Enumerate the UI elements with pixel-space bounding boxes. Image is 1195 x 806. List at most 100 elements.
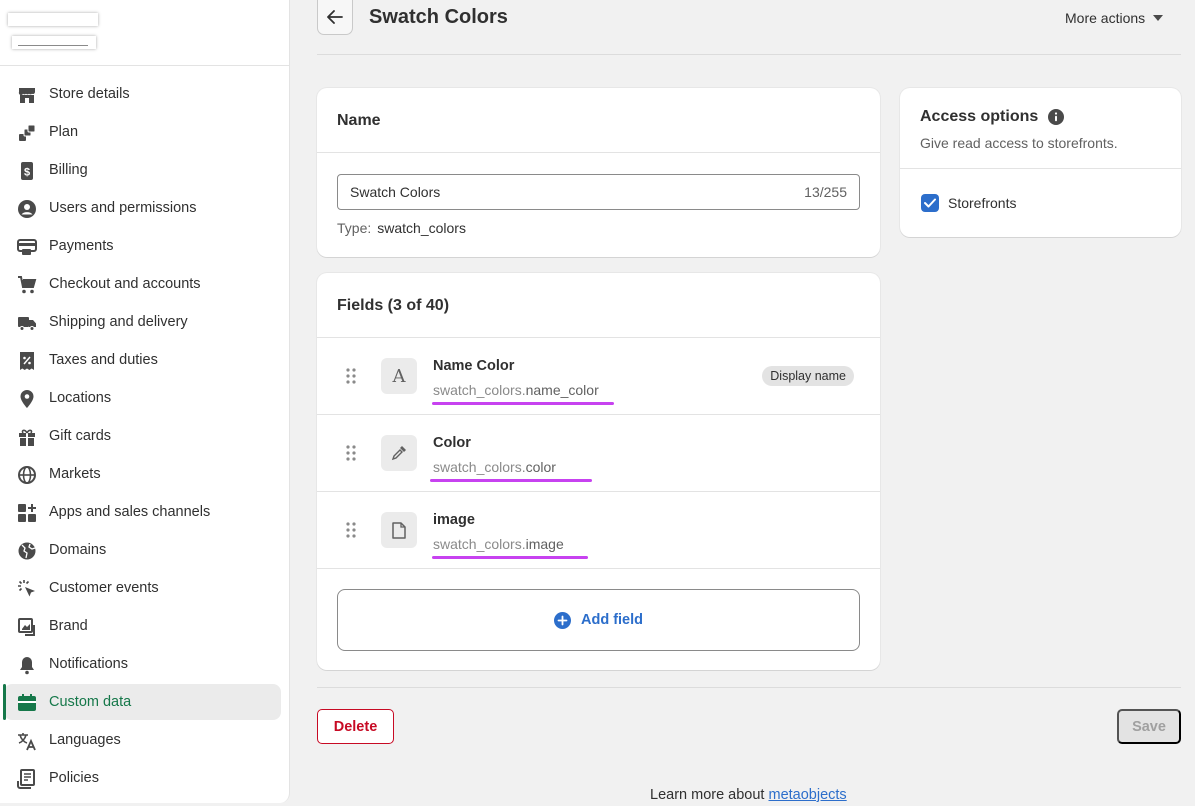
settings-sidebar: Store details Plan $ Billing Users and p… [0, 0, 290, 803]
user-icon [18, 200, 36, 218]
field-key: swatch_colors.image [433, 536, 564, 552]
field-key: swatch_colors.name_color [433, 382, 599, 398]
sidebar-item-label: Users and permissions [49, 200, 197, 216]
sidebar-item-shipping[interactable]: Shipping and delivery [0, 303, 290, 341]
field-namespace: swatch_colors. [433, 459, 526, 475]
sidebar-item-payments[interactable]: Payments [0, 227, 290, 265]
sidebar-item-notifications[interactable]: Notifications [0, 645, 290, 683]
settings-nav: Store details Plan $ Billing Users and p… [0, 75, 290, 797]
domains-icon [18, 542, 36, 560]
field-row[interactable]: Color swatch_colors.color [317, 415, 880, 492]
sidebar-item-customer-events[interactable]: Customer events [0, 569, 290, 607]
sidebar-item-plan[interactable]: Plan [0, 113, 290, 151]
sidebar-item-custom-data[interactable]: Custom data [0, 683, 290, 721]
sidebar-item-label: Domains [49, 542, 107, 558]
policies-icon [17, 769, 35, 789]
store-header [0, 0, 289, 66]
more-actions-label: More actions [1065, 10, 1146, 26]
sidebar-item-label: Checkout and accounts [49, 276, 201, 292]
sidebar-item-label: Taxes and duties [49, 352, 158, 368]
sidebar-item-gift-cards[interactable]: Gift cards [0, 417, 290, 455]
field-name: Name Color [433, 358, 515, 374]
sidebar-item-store-details[interactable]: Store details [0, 75, 290, 113]
checkmark-icon [924, 198, 936, 208]
billing-icon: $ [21, 162, 33, 180]
storefronts-checkbox[interactable] [921, 194, 939, 212]
field-namespace: swatch_colors. [433, 536, 526, 552]
sidebar-item-users[interactable]: Users and permissions [0, 189, 290, 227]
sidebar-item-languages[interactable]: Languages [0, 721, 290, 759]
back-button[interactable] [317, 0, 353, 35]
languages-icon [18, 733, 36, 751]
sidebar-item-label: Shipping and delivery [49, 314, 188, 330]
field-namespace: swatch_colors. [433, 382, 526, 398]
info-icon[interactable] [1048, 109, 1065, 125]
payments-icon [17, 239, 37, 255]
sidebar-item-label: Languages [49, 732, 121, 748]
sidebar-item-locations[interactable]: Locations [0, 379, 290, 417]
fields-card-title: Fields (3 of 40) [337, 297, 450, 314]
drag-handle-icon[interactable] [346, 368, 356, 384]
svg-text:$: $ [24, 167, 30, 179]
save-button[interactable]: Save [1117, 709, 1181, 744]
text-type-icon: A [381, 358, 417, 394]
fields-card: Fields (3 of 40) A Name Color swatch_col… [317, 273, 880, 670]
more-actions-button[interactable]: More actions [1065, 10, 1164, 26]
field-key: swatch_colors.color [433, 459, 556, 475]
type-value: swatch_colors [377, 220, 466, 236]
arrow-left-icon [327, 10, 343, 24]
name-card-title: Name [337, 112, 381, 129]
tax-icon [20, 352, 34, 370]
name-input[interactable]: Swatch Colors 13/255 [337, 174, 860, 210]
annotation-underline [432, 402, 614, 405]
divider [317, 152, 880, 153]
sidebar-item-checkout[interactable]: Checkout and accounts [0, 265, 290, 303]
store-icon [18, 88, 35, 103]
char-counter: 13/255 [804, 184, 847, 200]
eyedropper-icon [381, 435, 417, 471]
storefronts-label[interactable]: Storefronts [948, 195, 1016, 211]
sidebar-item-label: Store details [49, 86, 130, 102]
header-divider [317, 54, 1181, 55]
sidebar-item-label: Plan [49, 124, 79, 140]
name-card: Name Swatch Colors 13/255 Type: swatch_co… [317, 88, 880, 257]
custom-data-icon [18, 694, 36, 711]
page-title: Swatch Colors [369, 6, 508, 28]
footer-divider [317, 687, 1181, 688]
learn-more-text: Learn more about metaobjects [650, 787, 847, 803]
sidebar-item-taxes[interactable]: Taxes and duties [0, 341, 290, 379]
sidebar-item-apps[interactable]: Apps and sales channels [0, 493, 290, 531]
field-row[interactable]: image swatch_colors.image [317, 492, 880, 569]
metaobjects-link[interactable]: metaobjects [769, 787, 847, 803]
field-key-name: color [525, 459, 556, 475]
sidebar-item-label: Brand [49, 618, 88, 634]
drag-handle-icon[interactable] [346, 522, 356, 538]
sidebar-item-label: Custom data [49, 694, 132, 710]
field-key-name: image [525, 536, 564, 552]
type-label: Type: [337, 220, 372, 236]
access-options-title-row: Access options [920, 108, 1065, 126]
add-field-button[interactable]: Add field [337, 589, 860, 651]
sidebar-item-markets[interactable]: Markets [0, 455, 290, 493]
sidebar-item-label: Locations [49, 390, 112, 406]
annotation-underline [430, 479, 592, 482]
sidebar-item-brand[interactable]: Brand [0, 607, 290, 645]
sidebar-item-policies[interactable]: Policies [0, 759, 290, 797]
field-row[interactable]: A Name Color swatch_colors.name_color Di… [317, 338, 880, 415]
sidebar-item-label: Policies [49, 770, 99, 786]
sidebar-item-domains[interactable]: Domains [0, 531, 290, 569]
field-key-name: name_color [525, 382, 599, 398]
plan-icon [19, 124, 36, 141]
redacted-store-url [12, 36, 96, 49]
add-field-label: Add field [580, 612, 644, 628]
location-icon [20, 390, 34, 408]
access-options-card: Access options Give read access to store… [900, 88, 1181, 237]
sidebar-item-label: Customer events [49, 580, 159, 596]
globe-icon [18, 466, 36, 484]
drag-handle-icon[interactable] [346, 445, 356, 461]
sidebar-item-billing[interactable]: $ Billing [0, 151, 290, 189]
apps-icon [18, 504, 36, 522]
caret-down-icon [1153, 15, 1164, 21]
cursor-icon [18, 580, 35, 597]
delete-button[interactable]: Delete [317, 709, 394, 744]
